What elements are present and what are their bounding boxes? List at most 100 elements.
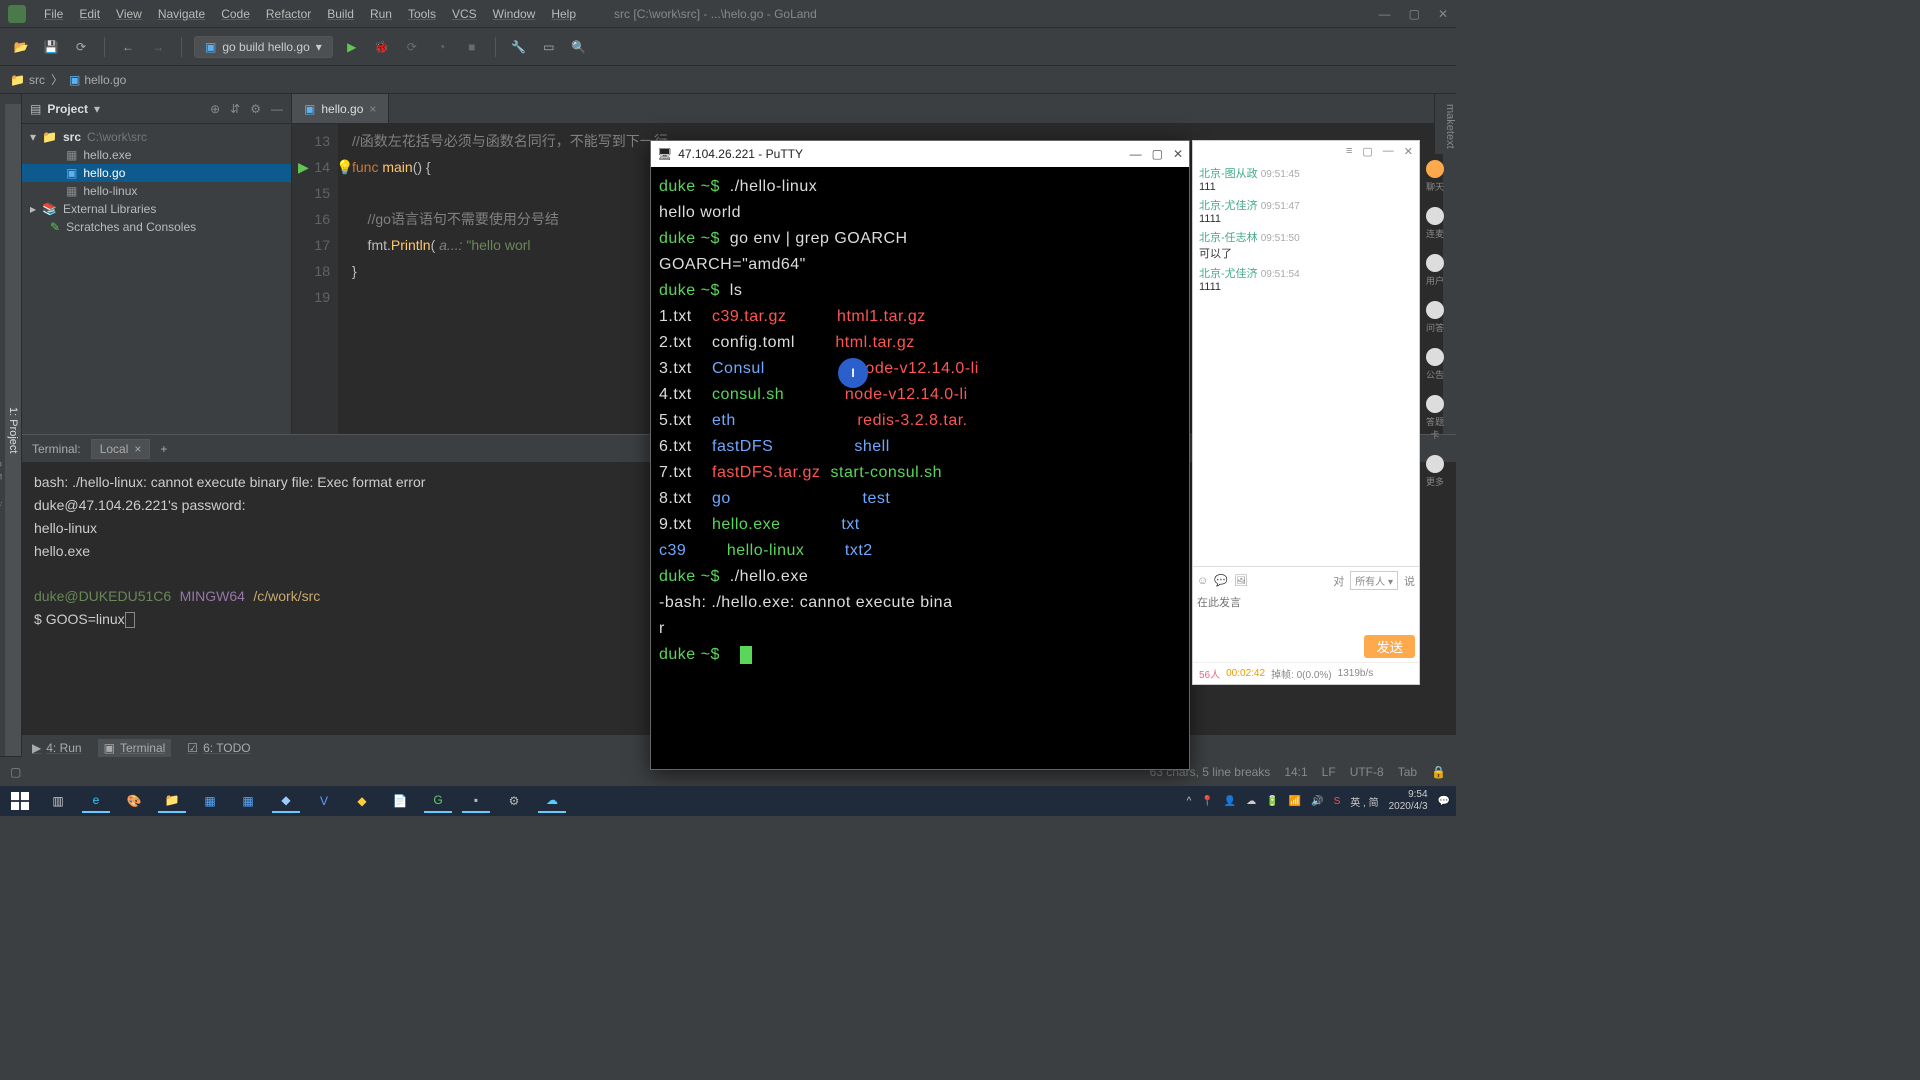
tab-favorites[interactable]: 2: Favorites [0,224,5,756]
menu-run[interactable]: Run [362,7,400,21]
terminal-tab-local[interactable]: Local× [91,439,151,459]
taskview-icon[interactable]: ▥ [44,789,72,813]
minimize-icon[interactable]: — [1379,7,1391,21]
back-icon[interactable]: ← [117,36,139,58]
menu-code[interactable]: Code [213,7,258,21]
forward-icon[interactable]: → [147,36,169,58]
settings-icon[interactable]: 🔧 [508,36,530,58]
app-icon-4[interactable]: ◆ [348,789,376,813]
tray-vol-icon[interactable]: 🔊 [1311,796,1323,807]
menu-icon[interactable]: ≡ [1346,145,1352,157]
close-icon[interactable]: ✕ [1438,7,1448,21]
breadcrumb-src[interactable]: 📁src [10,73,45,87]
menu-tools[interactable]: Tools [400,7,444,21]
maximize-icon[interactable]: ▢ [1152,147,1163,161]
notepad-icon[interactable]: 📄 [386,789,414,813]
tree-external-libs[interactable]: ▸📚External Libraries [22,200,291,218]
profile-icon[interactable]: ◔ [431,36,453,58]
menu-file[interactable]: File [36,7,71,21]
project-sel-icon[interactable]: ▤ [30,102,41,116]
close-icon[interactable]: ✕ [1173,147,1183,161]
edge-icon[interactable]: e [82,789,110,813]
settings-icon[interactable]: ⚙ [500,789,528,813]
hide-icon[interactable]: — [271,102,283,116]
tray-people-icon[interactable]: 👤 [1224,796,1236,807]
minimize-icon[interactable]: — [1383,145,1394,157]
chat-side-users[interactable]: 用户 [1426,254,1444,287]
tab-project[interactable]: 1: Project [5,104,21,756]
vs-icon[interactable]: V [310,789,338,813]
app-icon-1[interactable]: ▦ [196,789,224,813]
status-box-icon[interactable]: ▢ [10,765,21,779]
explorer-icon[interactable]: 📁 [158,789,186,813]
bottom-tab-run[interactable]: ▶ 4: Run [32,741,82,755]
bulb-icon[interactable]: 💡 [336,154,353,180]
menu-help[interactable]: Help [543,7,584,21]
clock[interactable]: 9:542020/4/3 [1389,789,1428,813]
right-tool-tab[interactable]: maketext [1434,94,1456,154]
status-encoding[interactable]: UTF-8 [1350,765,1384,779]
locate-icon[interactable]: ⊕ [210,102,220,116]
tray-battery-icon[interactable]: 🔋 [1266,796,1278,807]
chat-side-notice[interactable]: 公告 [1426,348,1444,381]
close-icon[interactable]: ✕ [1404,145,1413,158]
tray-wifi-icon[interactable]: 📶 [1289,796,1301,807]
tab-close-icon[interactable]: × [369,102,376,116]
tab-close-icon[interactable]: × [134,442,141,456]
tree-item-exe[interactable]: ▦hello.exe [22,146,291,164]
debug-icon[interactable]: 🐞 [371,36,393,58]
tray-location-icon[interactable]: 📍 [1201,796,1213,807]
maximize-icon[interactable]: ▢ [1409,7,1420,21]
tray-s-icon[interactable]: S [1334,796,1341,807]
menu-vcs[interactable]: VCS [444,7,485,21]
start-button[interactable] [6,789,34,813]
add-tab-icon[interactable]: + [160,442,167,456]
chat-to-select[interactable]: 所有人 ▾ [1350,571,1398,590]
menu-build[interactable]: Build [319,7,362,21]
putty-body[interactable]: duke ~$ ./hello-linux hello world duke ~… [651,167,1189,673]
stop-icon[interactable]: ■ [461,36,483,58]
tree-item-linux[interactable]: ▦hello-linux [22,182,291,200]
send-button[interactable]: 发送 [1364,635,1415,658]
collapse-icon[interactable]: ⇵ [230,102,240,116]
run-icon[interactable]: ▶ [341,36,363,58]
bottom-tab-terminal[interactable]: ▣ Terminal [98,739,172,757]
menu-navigate[interactable]: Navigate [150,7,213,21]
image-icon[interactable]: 🖼 [1234,574,1248,587]
tree-item-go[interactable]: ▣hello.go [22,164,291,182]
search-icon[interactable]: 🔍 [568,36,590,58]
refresh-icon[interactable]: ⟳ [70,36,92,58]
save-icon[interactable]: 💾 [40,36,62,58]
minimize-icon[interactable]: — [1130,147,1142,161]
breadcrumb-file[interactable]: ▣hello.go [69,73,126,87]
emoji-icon[interactable]: ☺ [1197,575,1208,587]
bottom-tab-todo[interactable]: ☑ 6: TODO [187,741,250,755]
run-gutter-icon[interactable]: ▶ [298,154,309,180]
terminal-icon[interactable]: ▪ [462,789,490,813]
chat-side-more[interactable]: 更多 [1426,455,1444,488]
cloud-icon[interactable]: ☁ [538,789,566,813]
tree-root[interactable]: ▾📁 src C:\work\src [22,128,291,146]
app-icon-2[interactable]: ▦ [234,789,262,813]
menu-view[interactable]: View [108,7,150,21]
expand-icon[interactable]: ▢ [1362,145,1372,158]
gear-icon[interactable]: ⚙ [250,102,261,116]
tree-scratches[interactable]: ✎Scratches and Consoles [22,218,291,236]
notifications-icon[interactable]: 💬 [1438,796,1450,807]
run-config-selector[interactable]: ▣ go build hello.go ▾ [194,36,333,58]
chat-side-mic[interactable]: 连麦 [1426,207,1444,240]
open-icon[interactable]: 📂 [10,36,32,58]
paint-icon[interactable]: 🎨 [120,789,148,813]
tray-up-icon[interactable]: ^ [1187,796,1192,807]
tray-cloud-icon[interactable]: ☁ [1246,796,1256,807]
chat-bubble-icon[interactable]: 💬 [1214,574,1228,587]
menu-edit[interactable]: Edit [71,7,108,21]
chat-side-chat[interactable]: 聊天 [1426,160,1444,193]
chat-input[interactable] [1197,594,1415,630]
status-lock-icon[interactable]: 🔒 [1431,765,1446,779]
menu-refactor[interactable]: Refactor [258,7,319,21]
goland-icon[interactable]: G [424,789,452,813]
editor-tab-hello[interactable]: ▣ hello.go × [292,94,389,123]
chat-side-answer[interactable]: 答题卡 [1422,395,1448,441]
status-lf[interactable]: LF [1322,765,1336,779]
